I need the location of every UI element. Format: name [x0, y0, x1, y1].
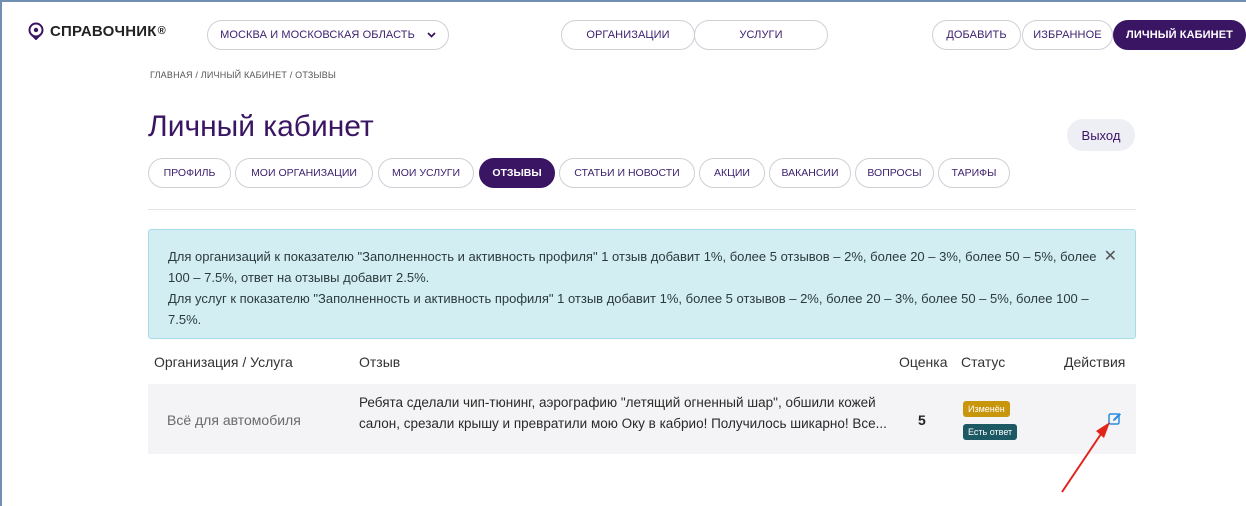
column-header-review: Отзыв [359, 354, 401, 370]
row-score: 5 [918, 412, 926, 428]
app-window: СПРАВОЧНИК ® МОСКВА И МОСКОВСКАЯ ОБЛАСТЬ … [0, 0, 1246, 506]
status-badge-changed: Изменён [963, 401, 1010, 417]
column-header-status: Статус [961, 354, 1006, 370]
personal-cabinet-button[interactable]: ЛИЧНЫЙ КАБИНЕТ [1113, 20, 1246, 50]
tab-vacancies[interactable]: ВАКАНСИИ [769, 158, 851, 188]
location-pin-icon [28, 22, 44, 40]
favorites-button[interactable]: ИЗБРАННОЕ [1022, 20, 1113, 50]
close-icon[interactable]: ✕ [1104, 246, 1117, 267]
region-label: МОСКВА И МОСКОВСКАЯ ОБЛАСТЬ [220, 29, 415, 41]
info-alert: Для организаций к показателю "Заполненно… [148, 229, 1136, 339]
column-header-organization: Организация / Услуга [154, 354, 293, 370]
annotation-arrow [1061, 422, 1110, 493]
site-logo[interactable]: СПРАВОЧНИК ® [28, 22, 166, 40]
tab-my-organizations[interactable]: МОИ ОРГАНИЗАЦИИ [235, 158, 373, 188]
table-row: Всё для автомобиля Ребята сделали чип-тю… [148, 384, 1136, 454]
tab-questions[interactable]: ВОПРОСЫ [855, 158, 934, 188]
tab-articles-news[interactable]: СТАТЬИ И НОВОСТИ [559, 158, 695, 188]
column-header-score: Оценка [899, 354, 948, 370]
row-review-text: Ребята сделали чип-тюнинг, аэрографию "л… [359, 395, 887, 431]
tab-my-services[interactable]: МОИ УСЛУГИ [378, 158, 474, 188]
alert-organizations-text: Для организаций к показателю "Заполненно… [168, 249, 1097, 285]
logo-text: СПРАВОЧНИК [50, 22, 157, 40]
row-organization[interactable]: Всё для автомобиля [167, 412, 301, 428]
nav-organizations[interactable]: ОРГАНИЗАЦИИ [561, 20, 695, 50]
breadcrumb[interactable]: ГЛАВНАЯ / ЛИЧНЫЙ КАБИНЕТ / ОТЗЫВЫ [150, 70, 336, 80]
add-button[interactable]: ДОБАВИТЬ [932, 20, 1021, 50]
page-title: Личный кабинет [148, 110, 374, 143]
chevron-down-icon [427, 29, 436, 41]
logout-button[interactable]: Выход [1067, 119, 1135, 151]
site-header: СПРАВОЧНИК ® МОСКВА И МОСКОВСКАЯ ОБЛАСТЬ … [2, 2, 1246, 62]
nav-services[interactable]: УСЛУГИ [694, 20, 828, 50]
logo-registered-mark: ® [157, 25, 166, 37]
region-select[interactable]: МОСКВА И МОСКОВСКАЯ ОБЛАСТЬ [207, 20, 449, 50]
tab-reviews[interactable]: ОТЗЫВЫ [479, 158, 555, 188]
column-header-actions: Действия [1064, 354, 1126, 370]
tab-promotions[interactable]: АКЦИИ [699, 158, 765, 188]
divider [148, 209, 1136, 210]
status-badge-answered: Есть ответ [963, 424, 1018, 440]
alert-services-text: Для услуг к показателю "Заполненность и … [168, 291, 1089, 327]
tab-profile[interactable]: ПРОФИЛЬ [148, 158, 231, 188]
tab-tariffs[interactable]: ТАРИФЫ [938, 158, 1010, 188]
